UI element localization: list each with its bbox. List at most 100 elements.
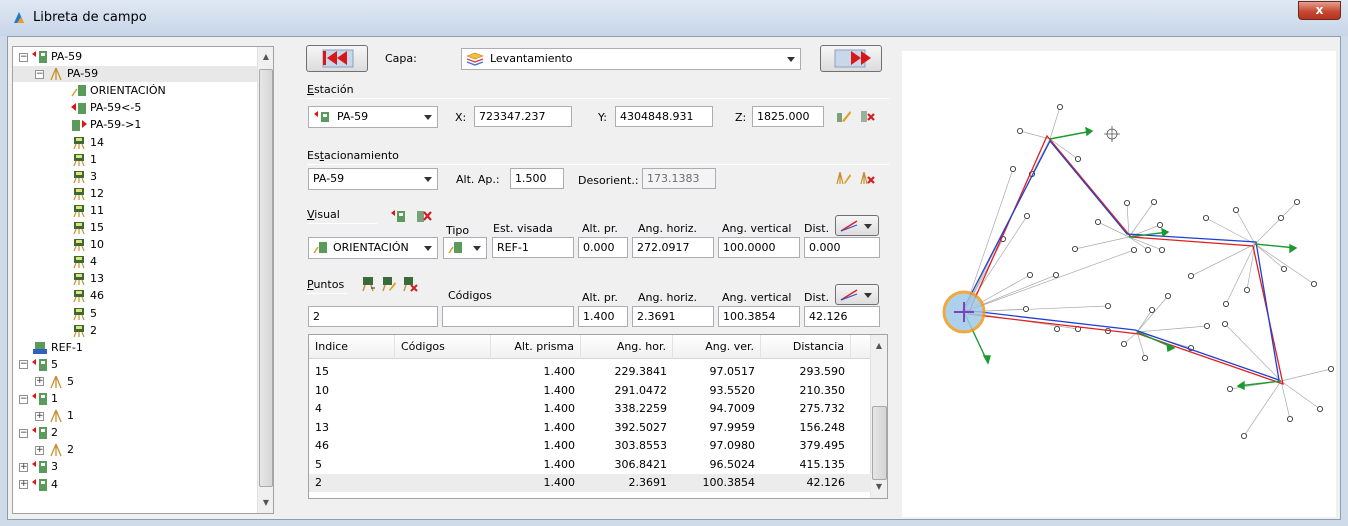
expand-icon[interactable]: + bbox=[35, 377, 44, 387]
table-scroll-thumb[interactable] bbox=[872, 406, 887, 480]
expand-icon[interactable]: + bbox=[19, 462, 28, 472]
tree-item[interactable]: − PA-59 bbox=[13, 66, 257, 83]
collapse-icon[interactable]: − bbox=[19, 360, 28, 370]
table-row[interactable]: 46 1.400 303.8553 97.0980 379.495 bbox=[309, 437, 871, 455]
collapse-icon[interactable]: − bbox=[19, 428, 28, 438]
point-name-field[interactable]: 2 bbox=[308, 306, 438, 327]
x-coordinate-field[interactable]: 723347.237 bbox=[474, 106, 572, 127]
tree-item[interactable]: 11 bbox=[71, 203, 104, 219]
expand-icon[interactable]: + bbox=[19, 480, 28, 489]
table-scrollbar[interactable]: ▲ ▼ bbox=[870, 335, 887, 498]
visual-ang-horiz-field[interactable]: 272.0917 bbox=[632, 237, 714, 258]
est-visada-field[interactable]: REF-1 bbox=[492, 237, 574, 258]
tree-item[interactable]: −5 bbox=[19, 357, 58, 373]
visual-select[interactable]: ORIENTACIÓN bbox=[308, 237, 438, 259]
column-header[interactable]: Indice bbox=[309, 335, 395, 359]
visual-dist-field[interactable]: 0.000 bbox=[804, 237, 880, 258]
edit-point-icon[interactable] bbox=[381, 276, 397, 292]
visual-alt-pr-field[interactable]: 0.000 bbox=[578, 237, 628, 258]
tree-item[interactable]: PA-59->1 bbox=[71, 117, 141, 133]
tree-item[interactable]: 4 bbox=[71, 254, 97, 270]
add-point-icon[interactable] bbox=[360, 276, 376, 292]
tree-item[interactable]: +3 bbox=[19, 459, 58, 475]
column-header[interactable]: Códigos bbox=[395, 335, 491, 359]
points-table[interactable]: Indice Códigos Alt. prisma Ang. hor. Ang. ve… bbox=[308, 334, 888, 499]
point-ang-horiz-field[interactable]: 2.3691 bbox=[632, 306, 714, 327]
tree-item[interactable]: 14 bbox=[71, 135, 104, 151]
table-row[interactable]: 10 1.400 291.0472 93.5520 210.350 bbox=[309, 382, 871, 400]
collapse-icon[interactable]: − bbox=[19, 394, 28, 404]
table-row[interactable]: 15 1.400 229.3841 97.0517 293.590 bbox=[309, 363, 871, 381]
collapse-icon[interactable]: − bbox=[35, 69, 44, 79]
tree-item[interactable]: 12 bbox=[71, 186, 104, 202]
tree-item[interactable]: 10 bbox=[71, 237, 104, 253]
tree-item[interactable]: 2 bbox=[71, 323, 97, 339]
delete-point-icon[interactable] bbox=[402, 276, 418, 292]
edit-station-icon[interactable] bbox=[836, 108, 852, 124]
scroll-down-icon[interactable]: ▼ bbox=[871, 479, 887, 495]
point-dist-field[interactable]: 42.126 bbox=[804, 306, 880, 327]
previous-station-button[interactable] bbox=[306, 45, 368, 72]
desorient-field: 173.1383 bbox=[642, 168, 716, 189]
table-row[interactable]: 4 1.400 338.2259 94.7009 275.732 bbox=[309, 400, 871, 418]
delete-station-icon[interactable] bbox=[860, 108, 876, 124]
station-select[interactable]: PA-59 bbox=[308, 106, 438, 128]
tree-item[interactable]: 13 bbox=[71, 271, 104, 287]
map-view[interactable] bbox=[902, 51, 1336, 517]
tree-item[interactable]: ORIENTACIÓN bbox=[71, 83, 166, 99]
tree-item[interactable]: +5 bbox=[35, 374, 74, 390]
expand-icon[interactable]: + bbox=[35, 445, 44, 455]
expand-icon[interactable]: + bbox=[35, 411, 44, 421]
puntos-measure-menu-button[interactable] bbox=[835, 284, 879, 305]
tree-item[interactable]: −1 bbox=[19, 391, 58, 407]
tree-scroll-thumb[interactable] bbox=[259, 69, 273, 487]
column-header[interactable]: Ang. hor. bbox=[581, 335, 673, 359]
z-coordinate-field[interactable]: 1825.000 bbox=[752, 106, 824, 127]
table-cell: 10 bbox=[315, 383, 329, 397]
point-ang-vertical-field[interactable]: 100.3854 bbox=[718, 306, 800, 327]
y-coordinate-field[interactable]: 4304848.931 bbox=[615, 106, 713, 127]
scroll-down-icon[interactable]: ▼ bbox=[258, 495, 273, 511]
collapse-icon[interactable]: − bbox=[19, 52, 28, 62]
tipo-select[interactable] bbox=[443, 237, 487, 259]
visual-ang-vertical-field[interactable]: 100.0000 bbox=[718, 237, 800, 258]
tree-item[interactable]: 15 bbox=[71, 220, 104, 236]
estacionamiento-select[interactable]: PA-59 bbox=[308, 168, 438, 190]
table-cell: 42.126 bbox=[806, 476, 846, 489]
delete-setup-icon[interactable] bbox=[860, 170, 876, 186]
point-alt-pr-field[interactable]: 1.400 bbox=[578, 306, 628, 327]
tree-item-label: 14 bbox=[90, 135, 104, 149]
table-row[interactable]: 13 1.400 392.5027 97.9959 156.248 bbox=[309, 419, 871, 437]
tree-scrollbar[interactable]: ▲ ▼ bbox=[257, 47, 273, 513]
tree-item[interactable]: +1 bbox=[35, 408, 74, 424]
next-station-button[interactable] bbox=[820, 45, 882, 72]
column-header[interactable]: Distancia bbox=[761, 335, 851, 359]
tree-item[interactable]: +4 bbox=[19, 477, 58, 493]
delete-visual-icon[interactable] bbox=[416, 208, 432, 224]
traverse-map[interactable] bbox=[902, 51, 1336, 517]
column-header[interactable]: Ang. ver. bbox=[673, 335, 761, 359]
tree-item[interactable]: 1 bbox=[71, 152, 97, 168]
table-row[interactable]: 5 1.400 306.8421 96.5024 415.135 bbox=[309, 456, 871, 474]
survey-tree[interactable]: ▲ ▼ − PA-59− PA-59 ORIENTACIÓN PA-59<-5 PA-59… bbox=[12, 46, 274, 514]
tree-item[interactable]: 46 bbox=[71, 288, 104, 304]
point-codigos-field[interactable] bbox=[442, 306, 574, 327]
scroll-up-icon[interactable]: ▲ bbox=[258, 49, 273, 65]
column-header[interactable]: Alt. prisma bbox=[491, 335, 581, 359]
tree-item[interactable]: +2 bbox=[35, 442, 74, 458]
tree-item[interactable]: PA-59<-5 bbox=[71, 100, 141, 116]
close-button[interactable]: x bbox=[1298, 1, 1341, 20]
alt-ap-field[interactable]: 1.500 bbox=[510, 168, 564, 189]
visual-measure-menu-button[interactable] bbox=[835, 215, 879, 236]
tree-item[interactable]: − PA-59 bbox=[19, 49, 82, 65]
tree-item[interactable]: −2 bbox=[19, 425, 58, 441]
tree-item[interactable]: 3 bbox=[71, 169, 97, 185]
puntos-ang-vertical-label: Ang. vertical bbox=[722, 291, 792, 304]
edit-setup-icon[interactable] bbox=[836, 170, 852, 186]
capa-select[interactable]: Levantamiento bbox=[461, 48, 801, 70]
tree-item[interactable]: 5 bbox=[71, 306, 97, 322]
table-row[interactable]: 2 1.400 2.3691 100.3854 42.126 bbox=[309, 474, 871, 492]
scroll-up-icon[interactable]: ▲ bbox=[871, 338, 887, 354]
tree-item[interactable]: REF-1 bbox=[19, 340, 83, 356]
add-visual-icon[interactable] bbox=[390, 208, 406, 224]
